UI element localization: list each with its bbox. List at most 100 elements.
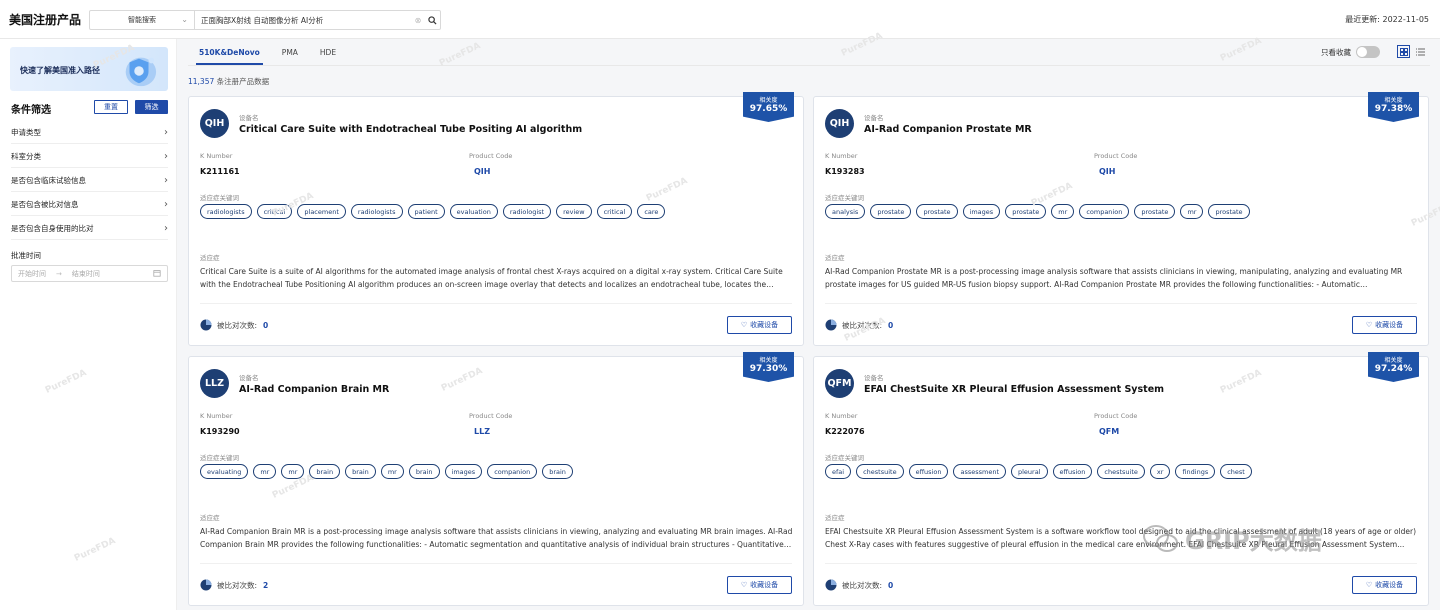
keyword-tag[interactable]: mr (1051, 204, 1075, 219)
keyword-tag[interactable]: radiologist (502, 204, 552, 219)
product-code-link[interactable]: LLZ (474, 427, 490, 436)
favorite-button[interactable]: ♡ 收藏设备 (727, 316, 792, 334)
device-name[interactable]: AI-Rad Companion Brain MR (239, 384, 389, 395)
keyword-tag[interactable]: brain (345, 464, 376, 479)
device-name[interactable]: AI-Rad Companion Prostate MR (864, 124, 1032, 135)
keyword-tag[interactable]: mr (281, 464, 305, 479)
keyword-tag[interactable]: brain (542, 464, 573, 479)
chevron-right-icon: › (164, 151, 168, 162)
only-favorites-label: 只看收藏 (1321, 47, 1351, 57)
indication-text: Critical Care Suite is a suite of AI alg… (200, 267, 783, 289)
keyword-tag[interactable]: images (962, 204, 1001, 219)
clear-icon[interactable]: ⊗ (412, 11, 424, 29)
filter-item-application-type[interactable]: 申请类型 › (11, 122, 168, 144)
keyword-tag[interactable]: effusion (908, 464, 949, 479)
access-path-banner[interactable]: 快速了解美国准入路径 (10, 47, 168, 91)
compared-value[interactable]: 2 (263, 581, 268, 590)
keyword-tag[interactable]: mr (1180, 204, 1204, 219)
chevron-right-icon: › (164, 223, 168, 234)
product-card[interactable]: 相关度 97.38% QIH 设备名 AI-Rad Companion Prost… (813, 92, 1429, 346)
keyword-tag[interactable]: radiologists (200, 204, 252, 219)
filter-item-compared[interactable]: 是否包含被比对信息 › (11, 194, 168, 216)
keyword-tag[interactable]: assessment (953, 464, 1006, 479)
product-code-link[interactable]: QIH (1099, 167, 1115, 176)
keyword-tag[interactable]: effusion (1052, 464, 1093, 479)
product-card[interactable]: 相关度 97.65% QIH 设备名 Critical Care Suite wi… (188, 92, 804, 346)
keyword-tag[interactable]: companion (1079, 204, 1130, 219)
product-code-link[interactable]: QFM (1099, 427, 1119, 436)
keyword-tag[interactable]: prostate (870, 204, 912, 219)
filter-item-department[interactable]: 科室分类 › (11, 146, 168, 168)
chevron-right-icon: › (164, 127, 168, 138)
keyword-tag[interactable]: mr (380, 464, 404, 479)
compared-value[interactable]: 0 (263, 321, 268, 330)
device-name[interactable]: EFAI ChestSuite XR Pleural Effusion Asse… (864, 384, 1164, 395)
product-card[interactable]: 相关度 97.30% LLZ 设备名 AI-Rad Companion Brain… (188, 352, 804, 606)
filter-item-clinical-trial[interactable]: 是否包含临床试验信息 › (11, 170, 168, 192)
keyword-tag[interactable]: review (556, 204, 592, 219)
filter-item-self-compare[interactable]: 是否包含自身使用的比对 › (11, 218, 168, 240)
keyword-tag[interactable]: prostate (916, 204, 958, 219)
card-divider (200, 563, 792, 564)
relevance-value: 97.24% (1374, 364, 1413, 374)
product-code-link[interactable]: QIH (474, 167, 490, 176)
keyword-tag[interactable]: analysis (825, 204, 866, 219)
keyword-tag[interactable]: companion (487, 464, 538, 479)
keyword-tag[interactable]: brain (309, 464, 341, 479)
keyword-tag[interactable]: images (444, 464, 483, 479)
favorite-button[interactable]: ♡ 收藏设备 (727, 576, 792, 594)
product-code-avatar: QIH (200, 109, 229, 138)
indication-label: 适应症 (825, 514, 845, 522)
filter-item-label: 是否包含自身使用的比对 (11, 224, 94, 233)
filter-button[interactable]: 筛选 (135, 100, 168, 114)
keyword-tag[interactable]: placement (297, 204, 346, 219)
grid-view-icon[interactable] (1397, 45, 1410, 58)
keyword-tag[interactable]: mr (253, 464, 277, 479)
tab-hde[interactable]: HDE (309, 39, 347, 65)
compared-value[interactable]: 0 (888, 581, 893, 590)
keyword-tag[interactable]: brain (408, 464, 440, 479)
keyword-tag[interactable]: prostate (1208, 204, 1250, 219)
heart-icon: ♡ (1365, 321, 1373, 329)
tab-divider (188, 65, 1430, 66)
tab-pma[interactable]: PMA (271, 39, 309, 65)
wechat-watermark: GRIP大数据 (1143, 521, 1322, 556)
keyword-tag[interactable]: pleural (1011, 464, 1048, 479)
toggle-switch[interactable] (1356, 46, 1380, 58)
device-name[interactable]: Critical Care Suite with Endotracheal Tu… (239, 124, 582, 135)
reset-button[interactable]: 重置 (94, 100, 128, 114)
search-input[interactable] (195, 11, 412, 29)
keyword-tag[interactable]: chestsuite (856, 464, 904, 479)
keyword-tag[interactable]: evaluating (200, 464, 249, 479)
wechat-icon (1143, 524, 1178, 552)
arrow-right-icon: → (56, 269, 62, 278)
keyword-tag[interactable]: chestsuite (1097, 464, 1145, 479)
keywords-label: 适应症关键词 (200, 454, 239, 462)
keyword-tag[interactable]: evaluation (449, 204, 498, 219)
keyword-tag[interactable]: patient (407, 204, 445, 219)
keyword-tag[interactable]: findings (1175, 464, 1216, 479)
date-range-picker[interactable]: 开始时间 → 结束时间 (11, 265, 168, 282)
tab-510k-denovo[interactable]: 510K&DeNovo (188, 39, 271, 65)
product-card[interactable]: 相关度 97.24% QFM 设备名 EFAI ChestSuite XR Ple… (813, 352, 1429, 606)
keyword-tag[interactable]: radiologists (350, 204, 403, 219)
favorite-button[interactable]: ♡ 收藏设备 (1352, 576, 1417, 594)
search-icon[interactable] (424, 11, 440, 29)
favorite-button[interactable]: ♡ 收藏设备 (1352, 316, 1417, 334)
device-name-label: 设备名 (239, 114, 259, 122)
list-view-icon[interactable] (1414, 45, 1427, 58)
keyword-tag[interactable]: prostate (1005, 204, 1047, 219)
keyword-tag[interactable]: chest (1220, 464, 1252, 479)
keyword-tag[interactable]: efai (825, 464, 852, 479)
search-mode-select[interactable]: 智能搜索 ⌄ (90, 11, 195, 29)
keyword-tag[interactable]: care (637, 204, 666, 219)
keyword-tag[interactable]: critical (256, 204, 293, 219)
keyword-tag[interactable]: critical (596, 204, 633, 219)
compared-value[interactable]: 0 (888, 321, 893, 330)
result-count: 11,357 条注册产品数据 (188, 76, 269, 87)
keyword-tag[interactable]: prostate (1134, 204, 1176, 219)
keyword-tags: efai chestsuite effusion assessment pleu… (825, 464, 1252, 479)
keyword-tag[interactable]: xr (1149, 464, 1171, 479)
only-favorites-toggle[interactable]: 只看收藏 (1321, 46, 1380, 58)
filter-item-label: 申请类型 (11, 128, 41, 137)
